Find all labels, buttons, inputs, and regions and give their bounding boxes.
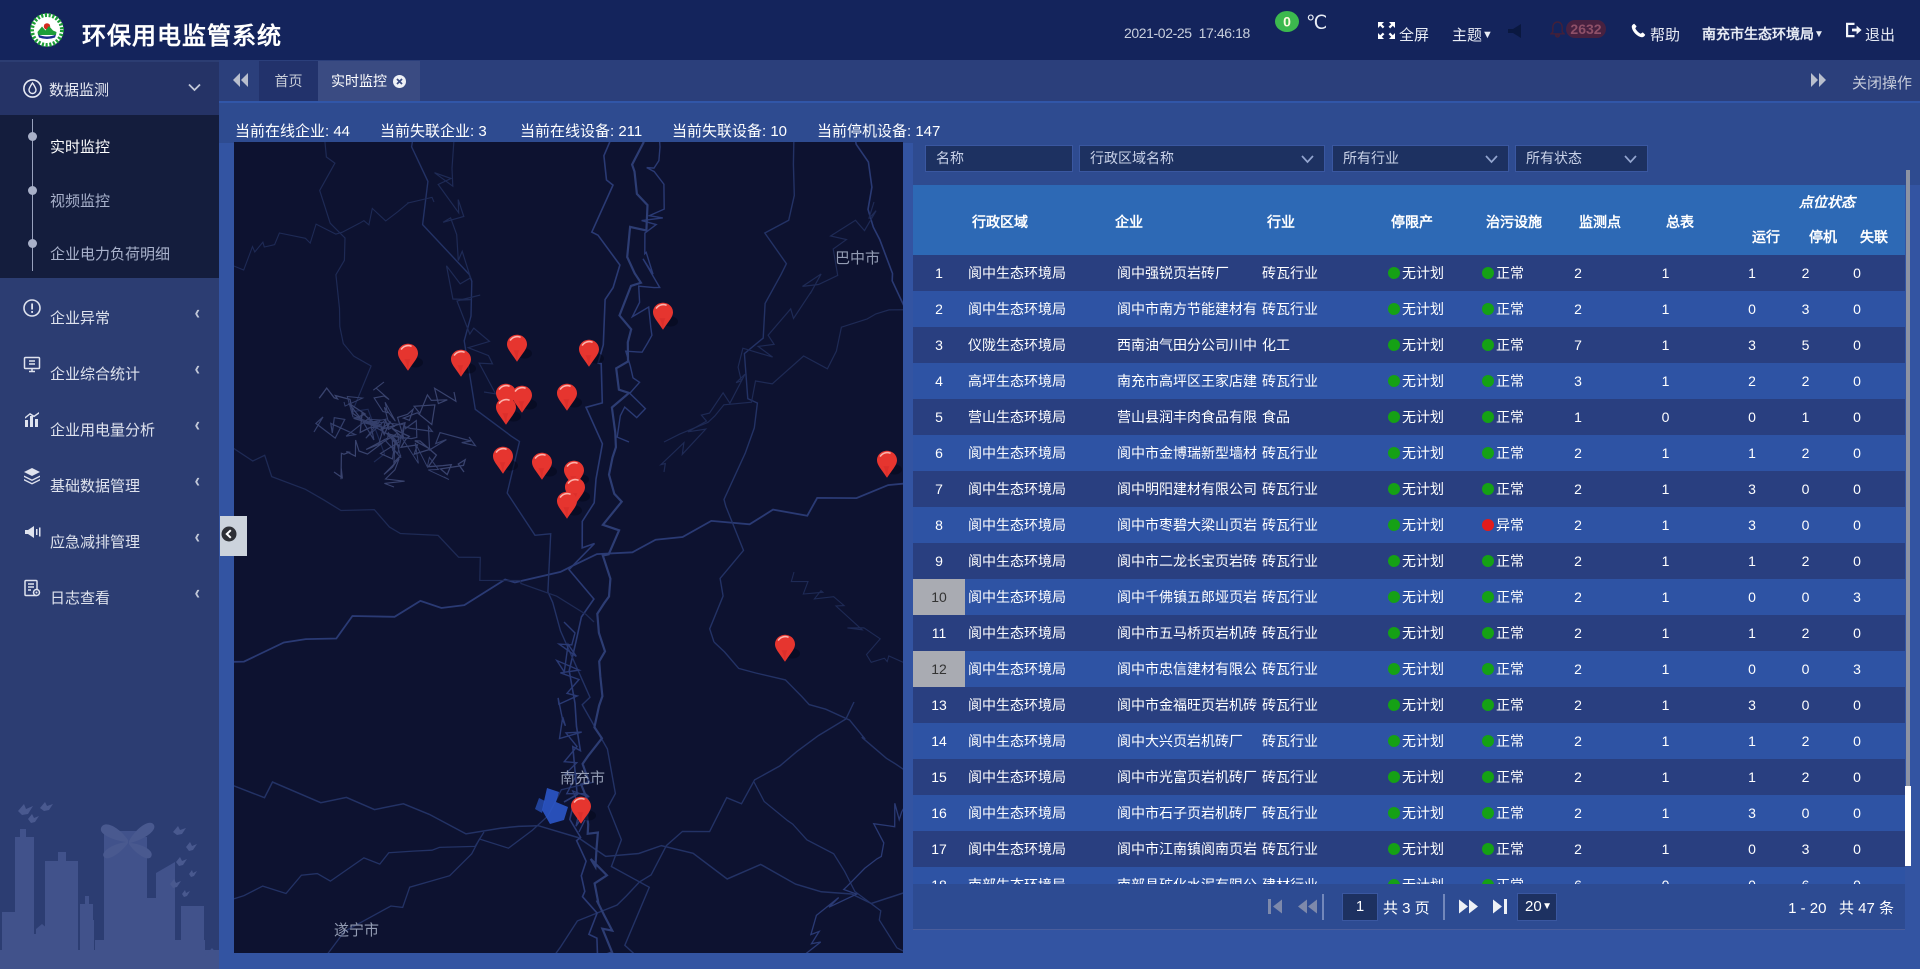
svg-text:0: 0 [1283, 14, 1291, 30]
